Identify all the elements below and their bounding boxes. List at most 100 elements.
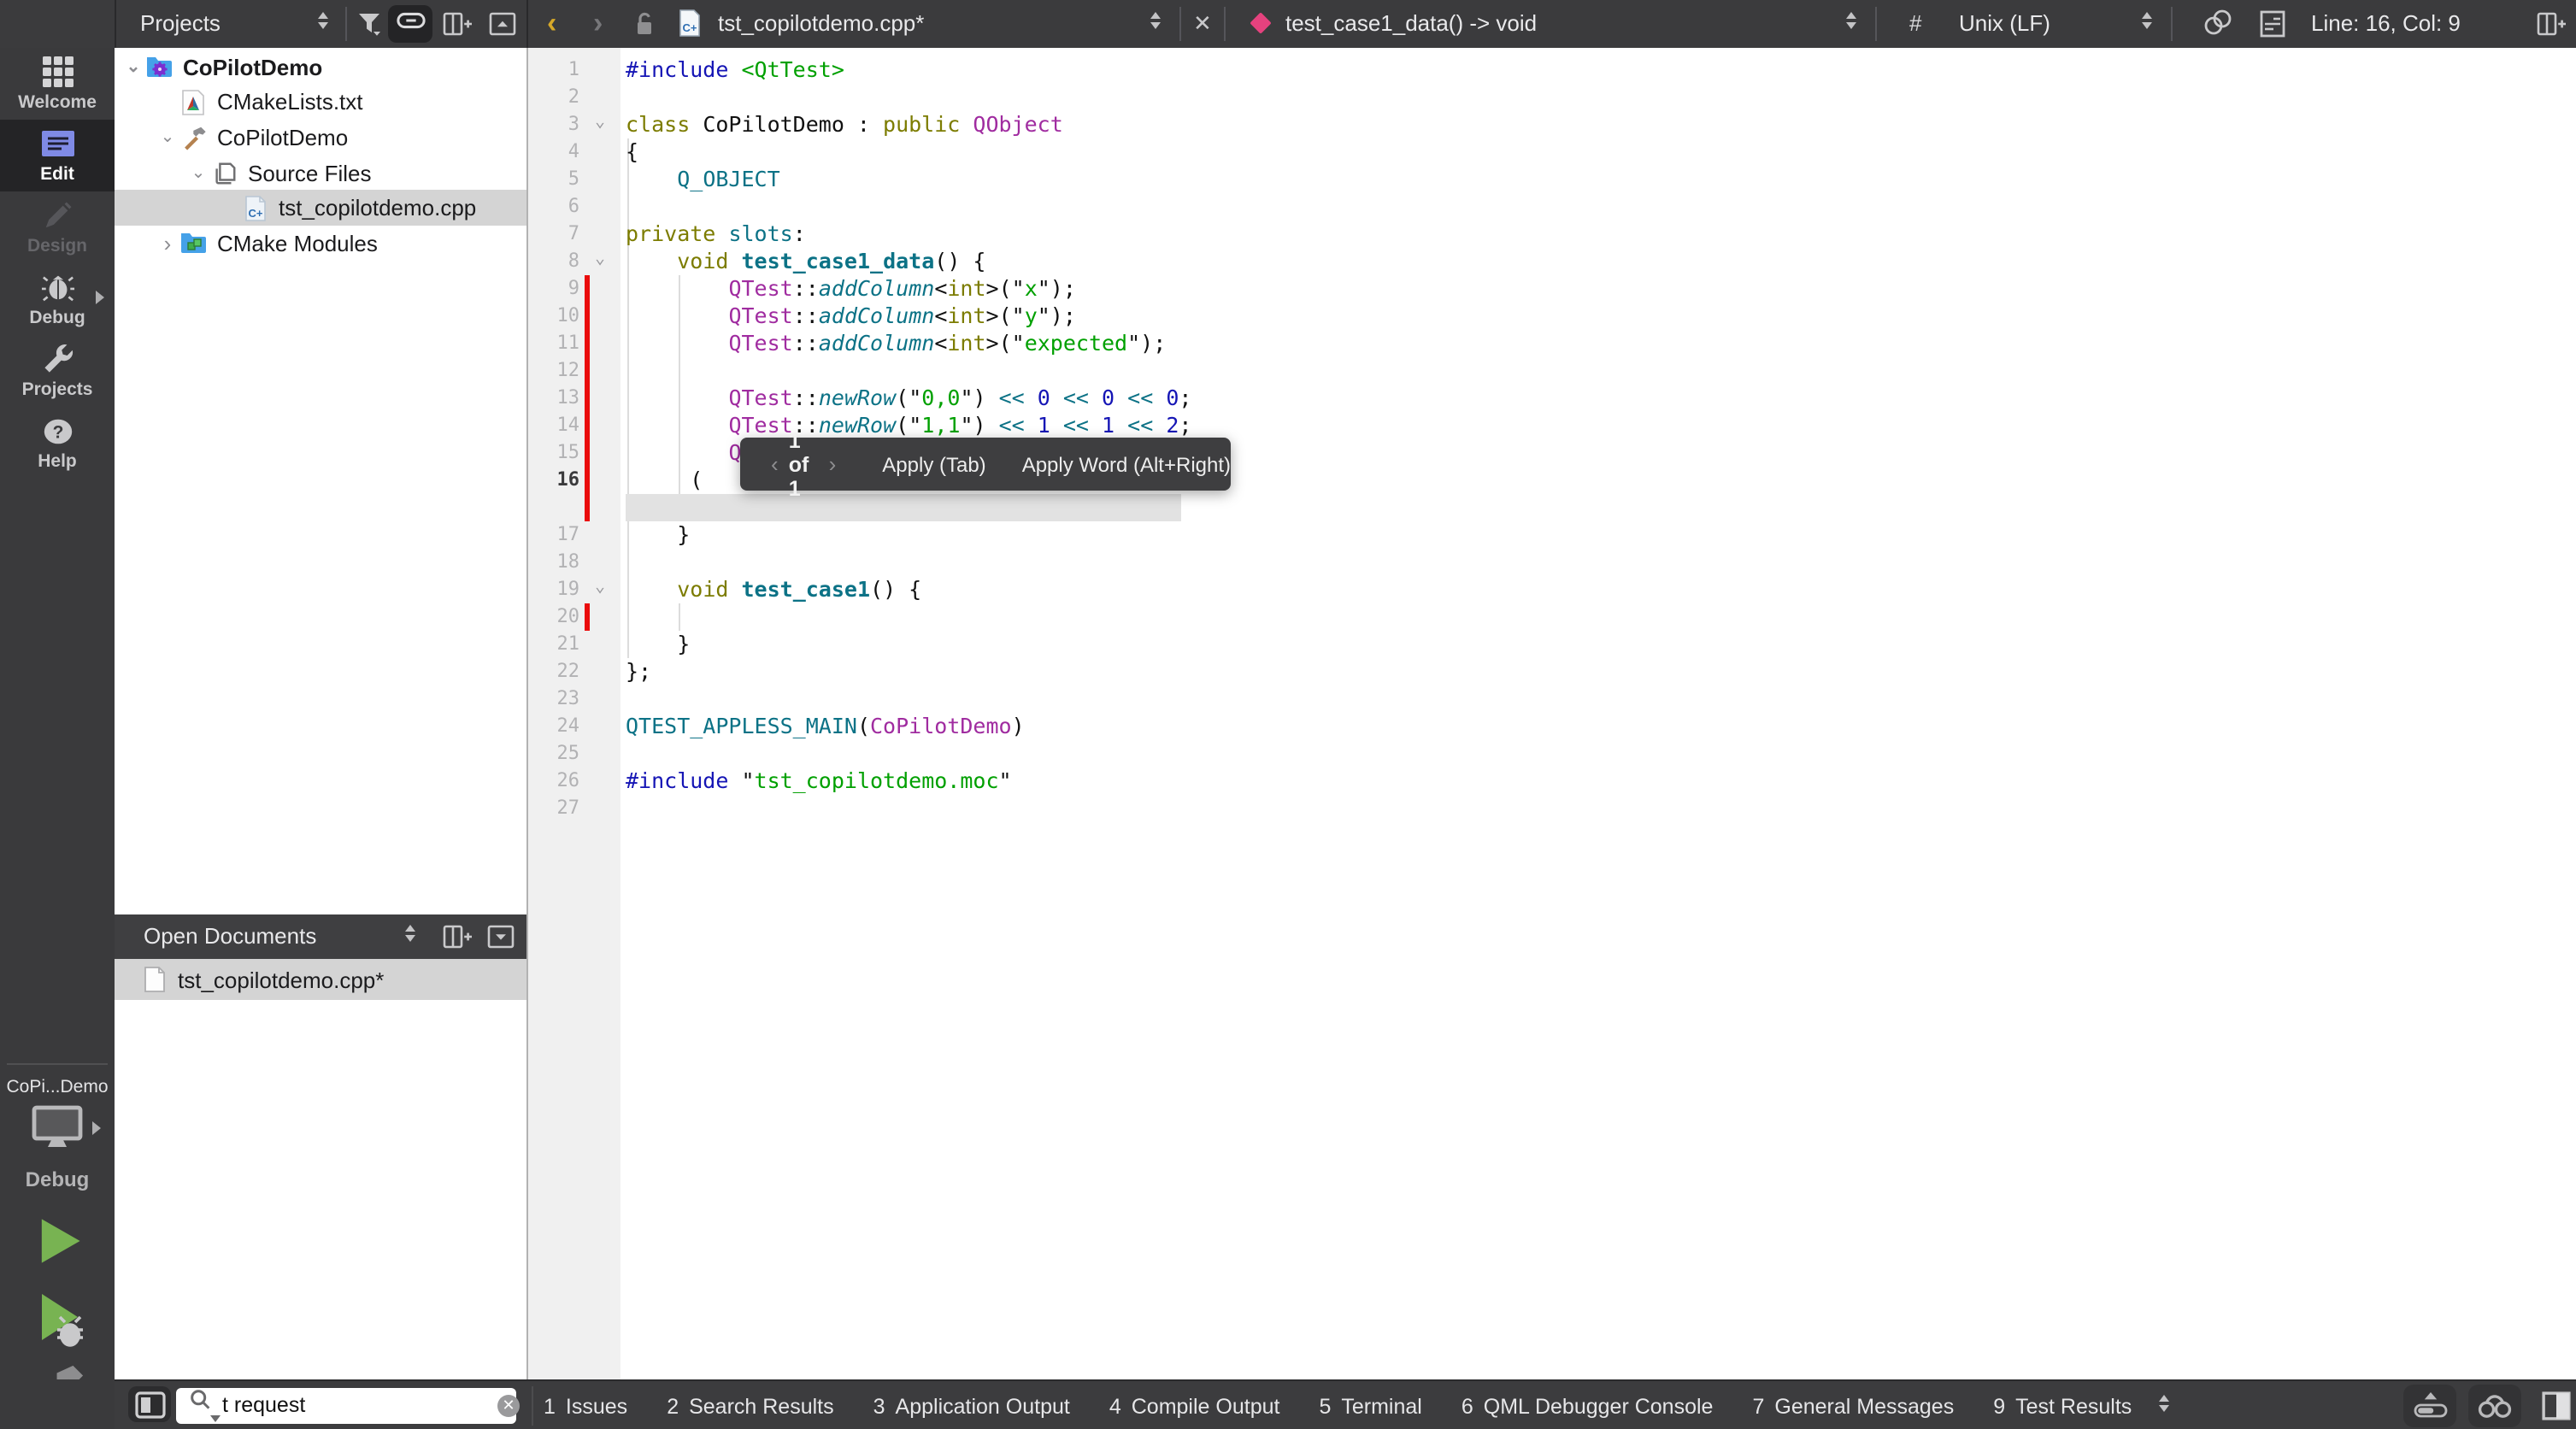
search-icon[interactable] xyxy=(188,1388,214,1422)
clear-search-icon[interactable]: ✕ xyxy=(497,1394,520,1416)
tree-item-source-files[interactable]: ⌄Source Files xyxy=(115,156,526,191)
output-panes-spinner-icon[interactable] xyxy=(2159,1395,2169,1412)
code-line-11[interactable]: 11 QTest::addColumn<int>("expected"); xyxy=(528,330,2576,357)
toggle-left-sidebar-button[interactable] xyxy=(128,1386,171,1422)
sidebar-mode-edit[interactable]: Edit xyxy=(0,120,115,191)
go-back-icon[interactable]: ‹ xyxy=(547,0,556,48)
kit-selector-arrow-icon[interactable] xyxy=(92,1121,101,1135)
unlocked-icon[interactable] xyxy=(632,10,656,38)
search-results-button[interactable] xyxy=(2468,1385,2521,1427)
code-line-12[interactable]: 12 xyxy=(528,357,2576,385)
output-pane-terminal[interactable]: 5Terminal xyxy=(1319,1394,1421,1418)
code-line-2[interactable]: 2 xyxy=(528,84,2576,111)
code-line-10[interactable]: 10 QTest::addColumn<int>("y"); xyxy=(528,303,2576,330)
sidebar-mode-help[interactable]: ?Help xyxy=(0,407,115,479)
projects-panel-selector[interactable]: Projects xyxy=(140,10,221,36)
split-editor-icon[interactable] xyxy=(2537,12,2567,36)
code-line-24[interactable]: 24QTEST_APPLESS_MAIN(CoPilotDemo) xyxy=(528,713,2576,740)
line-number: 3 xyxy=(528,111,579,138)
panel-selector-spinner-icon[interactable] xyxy=(318,12,328,29)
open-document-item[interactable]: tst_copilotdemo.cpp* xyxy=(115,959,526,1000)
chevron-down-icon[interactable]: ⌄ xyxy=(121,58,145,77)
tree-item-copilotdemo[interactable]: ⌄CoPilotDemo xyxy=(115,120,526,155)
apply-word-button[interactable]: Apply Word (Alt+Right) xyxy=(1022,452,1231,476)
split-panel-icon[interactable] xyxy=(443,12,473,36)
build-progress-button[interactable] xyxy=(2403,1385,2456,1427)
fold-chevron-icon[interactable]: ⌄ xyxy=(595,109,605,137)
code-line-25[interactable]: 25 xyxy=(528,740,2576,767)
document-outline-icon[interactable] xyxy=(2260,10,2285,38)
output-pane-compile-output[interactable]: 4Compile Output xyxy=(1109,1394,1280,1418)
code-line-22[interactable]: 22}; xyxy=(528,658,2576,685)
code-line-8[interactable]: 8⌄ void test_case1_data() { xyxy=(528,248,2576,275)
mode-arrow-icon[interactable] xyxy=(96,291,104,304)
tree-item-cmakelists-txt[interactable]: CMakeLists.txt xyxy=(115,85,526,120)
next-suggestion-icon[interactable]: › xyxy=(819,451,847,477)
symbol-dropdown[interactable]: test_case1_data() -> void xyxy=(1285,10,1537,36)
code-line-27[interactable]: 27 xyxy=(528,795,2576,822)
collapse-panel-icon[interactable] xyxy=(487,925,515,949)
chevron-down-icon[interactable]: ⌄ xyxy=(186,163,210,182)
code-line-18[interactable]: 18 xyxy=(528,549,2576,576)
symbol-dropdown-spinner-icon[interactable] xyxy=(1846,12,1856,29)
fold-chevron-icon[interactable]: ⌄ xyxy=(595,246,605,273)
output-pane-application-output[interactable]: 3Application Output xyxy=(873,1394,1070,1418)
run-button[interactable] xyxy=(31,1214,85,1277)
sidebar-mode-debug[interactable]: Debug xyxy=(0,263,115,335)
output-pane-qml-debugger-console[interactable]: 6QML Debugger Console xyxy=(1461,1394,1714,1418)
code-line-14[interactable]: 14 QTest::newRow("1,1") << 1 << 1 << 2; xyxy=(528,412,2576,439)
macro-record-icon[interactable] xyxy=(2202,9,2234,38)
line-column-hash-icon[interactable]: # xyxy=(1909,10,1921,36)
code-line-19[interactable]: 19⌄ void test_case1() { xyxy=(528,576,2576,603)
open-file-dropdown[interactable]: tst_copilotdemo.cpp* xyxy=(718,10,924,36)
tree-item-tst-copilotdemo-cpp[interactable]: C+tst_copilotdemo.cpp xyxy=(115,191,526,226)
output-pane-issues[interactable]: 1Issues xyxy=(544,1394,627,1418)
encoding-spinner-icon[interactable] xyxy=(2142,12,2152,29)
apply-suggestion-button[interactable]: Apply (Tab) xyxy=(882,452,985,476)
output-pane-search-results[interactable]: 2Search Results xyxy=(667,1394,833,1418)
previous-suggestion-icon[interactable]: ‹ xyxy=(761,451,789,477)
chevron-down-icon[interactable]: ⌄ xyxy=(156,128,179,147)
code-line-1[interactable]: 1#include <QtTest> xyxy=(528,56,2576,84)
code-editor[interactable]: 1#include <QtTest>23⌄class CoPilotDemo :… xyxy=(526,48,2576,1379)
code-line-7[interactable]: 7private slots: xyxy=(528,221,2576,248)
code-line-23[interactable]: 23 xyxy=(528,685,2576,713)
code-line-21[interactable]: 21 } xyxy=(528,631,2576,658)
line-number: 4 xyxy=(528,138,579,166)
code-line-ghost[interactable] xyxy=(528,494,2576,521)
link-with-editor-button[interactable] xyxy=(388,5,432,43)
tree-item-cmake-modules[interactable]: ›CMake Modules xyxy=(115,226,526,261)
output-pane-general-messages[interactable]: 7General Messages xyxy=(1752,1394,1954,1418)
code-line-17[interactable]: 17 } xyxy=(528,521,2576,549)
code-line-26[interactable]: 26#include "tst_copilotdemo.moc" xyxy=(528,767,2576,795)
code-line-5[interactable]: 5 Q_OBJECT xyxy=(528,166,2576,193)
filter-icon[interactable] xyxy=(356,10,383,38)
code-line-13[interactable]: 13 QTest::newRow("0,0") << 0 << 0 << 0; xyxy=(528,385,2576,412)
output-pane-test-results[interactable]: 9Test Results xyxy=(1993,1394,2132,1418)
search-input[interactable] xyxy=(222,1393,497,1417)
divider xyxy=(2171,7,2173,41)
code-line-20[interactable]: 20 xyxy=(528,603,2576,631)
split-panel-icon[interactable] xyxy=(443,925,473,949)
toggle-right-sidebar-button[interactable] xyxy=(2542,1391,2571,1429)
locator-search-box[interactable]: ✕ xyxy=(176,1387,516,1423)
open-documents-spinner-icon[interactable] xyxy=(405,925,415,942)
tree-item-copilotdemo[interactable]: ⌄CoPilotDemo xyxy=(115,50,526,85)
mode-label: Edit xyxy=(40,164,74,185)
close-panel-icon[interactable] xyxy=(489,12,516,36)
fold-chevron-icon[interactable]: ⌄ xyxy=(595,574,605,602)
sidebar-mode-projects[interactable]: Projects xyxy=(0,335,115,407)
encoding-dropdown[interactable]: Unix (LF) xyxy=(1959,10,2050,36)
sidebar-mode-welcome[interactable]: Welcome xyxy=(0,48,115,120)
code-line-3[interactable]: 3⌄class CoPilotDemo : public QObject xyxy=(528,111,2576,138)
pencil-icon xyxy=(40,198,74,232)
code-line-9[interactable]: 9 QTest::addColumn<int>("x"); xyxy=(528,275,2576,303)
chevron-right-icon[interactable]: › xyxy=(156,231,179,256)
code-line-4[interactable]: 4{ xyxy=(528,138,2576,166)
go-forward-icon[interactable]: › xyxy=(593,0,603,48)
file-dropdown-spinner-icon[interactable] xyxy=(1150,12,1161,29)
kit-selector-button[interactable] xyxy=(29,1104,85,1161)
debug-run-button[interactable] xyxy=(31,1289,89,1359)
close-document-icon[interactable]: ✕ xyxy=(1193,10,1212,38)
code-line-6[interactable]: 6 xyxy=(528,193,2576,221)
